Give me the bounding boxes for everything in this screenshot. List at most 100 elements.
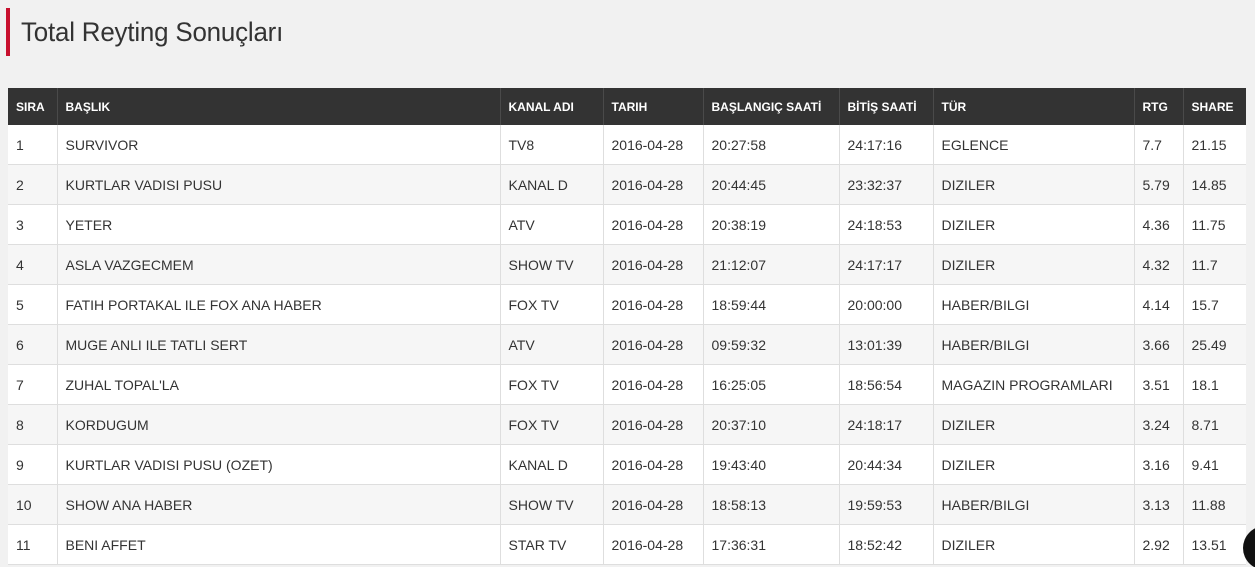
rating-cell: 5.79 [1134,164,1184,205]
column-header-share[interactable]: SHARE [1183,88,1246,125]
share-cell: 11.7 [1183,244,1246,285]
rating-cell: 7.7 [1134,125,1184,165]
table-header-row: SIRA BAŞLIK KANAL ADI TARIH BAŞLANGIÇ SA… [8,88,1246,125]
title-cell: FATIH PORTAKAL ILE FOX ANA HABER [57,284,501,325]
title-cell: YETER [57,204,501,245]
column-header-baslangic-saati[interactable]: BAŞLANGIÇ SAATİ [703,88,840,125]
table-row: 1 SURVIVOR TV8 2016-04-28 20:27:58 24:17:16 EG… [8,125,1246,165]
start-time-cell: 20:38:19 [703,204,840,245]
genre-cell: HABER/BILGI [933,324,1135,365]
column-header-tur[interactable]: TÜR [933,88,1135,125]
table-row: 6 MUGE ANLI ILE TATLI SERT ATV 2016-04-28 09… [8,324,1246,365]
rank-cell: 4 [8,244,58,285]
title-cell: SHOW ANA HABER [57,484,501,525]
table-body: 1 SURVIVOR TV8 2016-04-28 20:27:58 24:17:16 EG… [8,125,1246,565]
date-cell: 2016-04-28 [603,524,704,565]
genre-cell: DIZILER [933,244,1135,285]
end-time-cell: 20:00:00 [839,284,934,325]
genre-cell: HABER/BILGI [933,284,1135,325]
page: Total Reyting Sonuçları SIRA BAŞLIK KANA… [0,0,1255,567]
genre-cell: DIZILER [933,404,1135,445]
table-row: 4 ASLA VAZGECMEM SHOW TV 2016-04-28 21:12:07… [8,244,1246,285]
column-header-rtg[interactable]: RTG [1134,88,1184,125]
end-time-cell: 24:18:17 [839,404,934,445]
start-time-cell: 20:27:58 [703,125,840,165]
genre-cell: DIZILER [933,204,1135,245]
date-cell: 2016-04-28 [603,164,704,205]
table-row: 11 BENI AFFET STAR TV 2016-04-28 17:36:31 18:… [8,524,1246,565]
start-time-cell: 20:44:45 [703,164,840,205]
share-cell: 9.41 [1183,444,1246,485]
end-time-cell: 23:32:37 [839,164,934,205]
date-cell: 2016-04-28 [603,125,704,165]
date-cell: 2016-04-28 [603,244,704,285]
title-cell: ASLA VAZGECMEM [57,244,501,285]
share-cell: 14.85 [1183,164,1246,205]
table-row: 7 ZUHAL TOPAL'LA FOX TV 2016-04-28 16:25:05 1… [8,364,1246,405]
title-block: Total Reyting Sonuçları [6,8,294,56]
title-cell: ZUHAL TOPAL'LA [57,364,501,405]
rank-cell: 1 [8,125,58,165]
genre-cell: DIZILER [933,444,1135,485]
column-header-sira[interactable]: SIRA [8,88,58,125]
ratings-table: SIRA BAŞLIK KANAL ADI TARIH BAŞLANGIÇ SA… [8,88,1246,565]
share-cell: 18.1 [1183,364,1246,405]
share-cell: 13.51 [1183,524,1246,565]
end-time-cell: 24:17:16 [839,125,934,165]
channel-cell: TV8 [500,125,604,165]
title-cell: SURVIVOR [57,125,501,165]
date-cell: 2016-04-28 [603,324,704,365]
genre-cell: EGLENCE [933,125,1135,165]
rank-cell: 5 [8,284,58,325]
rating-cell: 4.32 [1134,244,1184,285]
date-cell: 2016-04-28 [603,284,704,325]
rank-cell: 2 [8,164,58,205]
rating-cell: 3.24 [1134,404,1184,445]
channel-cell: SHOW TV [500,484,604,525]
share-cell: 25.49 [1183,324,1246,365]
channel-cell: ATV [500,204,604,245]
start-time-cell: 18:59:44 [703,284,840,325]
rank-cell: 8 [8,404,58,445]
table-row: 10 SHOW ANA HABER SHOW TV 2016-04-28 18:58:1… [8,484,1246,525]
date-cell: 2016-04-28 [603,364,704,405]
channel-cell: FOX TV [500,284,604,325]
column-header-baslik[interactable]: BAŞLIK [57,88,501,125]
page-title: Total Reyting Sonuçları [21,16,284,47]
channel-cell: STAR TV [500,524,604,565]
genre-cell: DIZILER [933,524,1135,565]
rating-cell: 3.13 [1134,484,1184,525]
share-cell: 8.71 [1183,404,1246,445]
genre-cell: HABER/BILGI [933,484,1135,525]
date-cell: 2016-04-28 [603,404,704,445]
table-row: 2 KURTLAR VADISI PUSU KANAL D 2016-04-28 20:… [8,164,1246,205]
channel-cell: ATV [500,324,604,365]
rank-cell: 10 [8,484,58,525]
start-time-cell: 09:59:32 [703,324,840,365]
table-row: 3 YETER ATV 2016-04-28 20:38:19 24:18:53 DIZIL… [8,204,1246,245]
rating-cell: 2.92 [1134,524,1184,565]
share-cell: 15.7 [1183,284,1246,325]
channel-cell: FOX TV [500,364,604,405]
rank-cell: 3 [8,204,58,245]
title-cell: MUGE ANLI ILE TATLI SERT [57,324,501,365]
end-time-cell: 18:52:42 [839,524,934,565]
end-time-cell: 18:56:54 [839,364,934,405]
rank-cell: 9 [8,444,58,485]
rating-cell: 3.51 [1134,364,1184,405]
column-header-kanal-adi[interactable]: KANAL ADI [500,88,604,125]
start-time-cell: 18:58:13 [703,484,840,525]
end-time-cell: 24:17:17 [839,244,934,285]
rating-cell: 3.66 [1134,324,1184,365]
date-cell: 2016-04-28 [603,444,704,485]
start-time-cell: 21:12:07 [703,244,840,285]
channel-cell: KANAL D [500,164,604,205]
title-cell: KURTLAR VADISI PUSU (OZET) [57,444,501,485]
start-time-cell: 19:43:40 [703,444,840,485]
column-header-bitis-saati[interactable]: BİTİŞ SAATİ [839,88,934,125]
table-row: 9 KURTLAR VADISI PUSU (OZET) KANAL D 2016-0… [8,444,1246,485]
table-row: 5 FATIH PORTAKAL ILE FOX ANA HABER FOX TV 2… [8,284,1246,325]
column-header-tarih[interactable]: TARIH [603,88,704,125]
start-time-cell: 16:25:05 [703,364,840,405]
rating-cell: 3.16 [1134,444,1184,485]
